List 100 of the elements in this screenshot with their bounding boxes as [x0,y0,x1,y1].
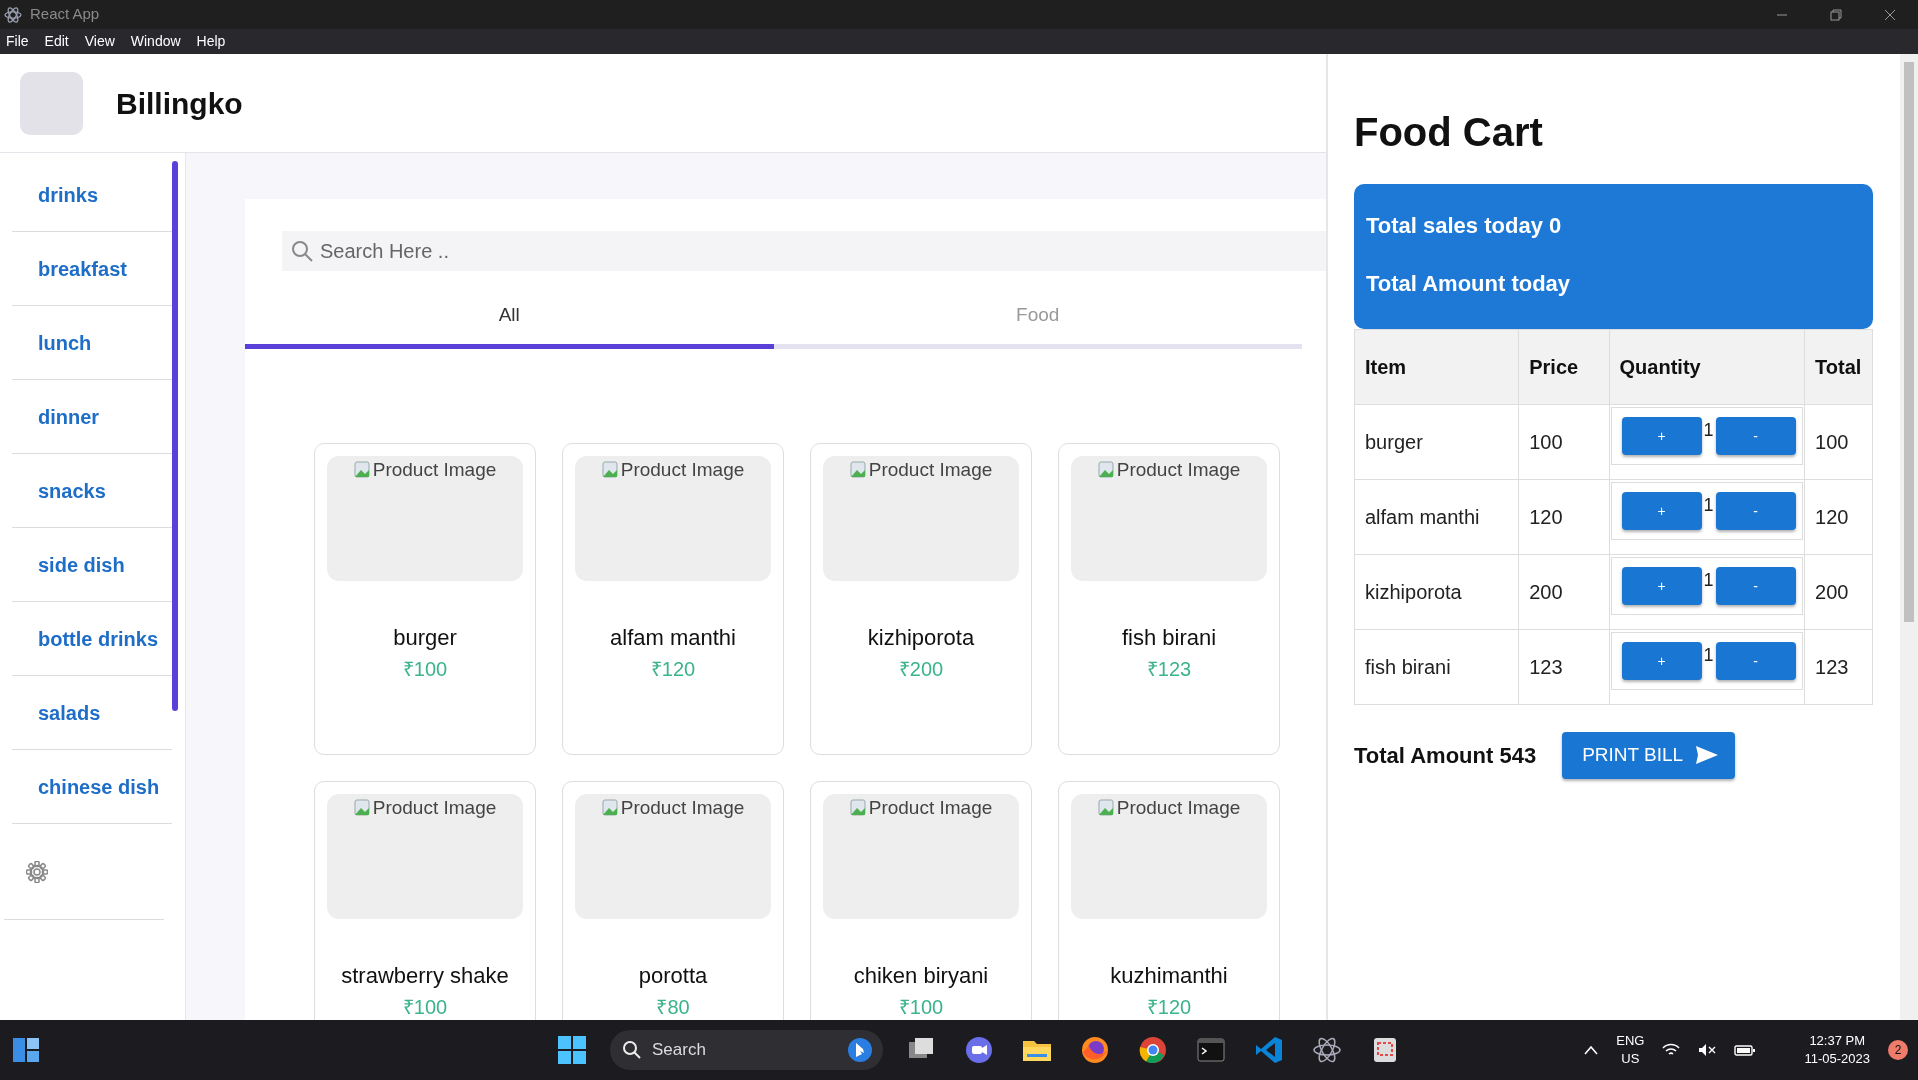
restore-icon[interactable] [1830,8,1842,21]
column-header: Price [1518,329,1610,405]
close-icon[interactable] [1884,8,1896,21]
notification-badge[interactable]: 2 [1888,1040,1908,1060]
search-field[interactable]: Search Here .. [282,231,1326,271]
product-name: alfam manthi [609,623,737,652]
menu-item[interactable]: Edit [44,31,69,52]
clock-time[interactable]: 12:37 PM [1804,1032,1870,1050]
table-cell: 123 [1518,629,1610,705]
quantity-value: 1 [1703,643,1714,667]
table-cell: 123 [1804,629,1873,705]
increment-button[interactable]: + [1621,492,1702,530]
product-card[interactable]: Product Image burger ₹100 [314,442,536,755]
search-label: Search [652,1039,706,1062]
product-card[interactable]: Product Image porotta ₹80 [562,780,784,1020]
product-name: fish birani [1120,623,1218,652]
taskbar-search[interactable]: Search [610,1030,883,1070]
product-card[interactable]: Product Image kuzhimanthi ₹120 [1058,780,1280,1020]
app-name: Billingko [116,85,243,122]
menu-item[interactable]: File [6,31,29,52]
broken-image-icon [1097,460,1116,479]
table-cell: 120 [1518,479,1610,555]
chevron-up-icon[interactable] [1584,1045,1599,1055]
quantity-value: 1 [1703,418,1714,442]
product-name: kizhiporota [866,623,976,652]
quantity-value: 1 [1703,493,1714,517]
table-cell: fish birani [1354,629,1519,705]
table-cell: 120 [1804,479,1873,555]
atom-icon [4,5,22,24]
image-alt-text: Product Image [868,795,993,820]
decrement-button[interactable]: - [1715,567,1796,605]
broken-image-icon [849,460,868,479]
menu-item[interactable]: Help [196,31,226,52]
decrement-button[interactable]: - [1715,492,1796,530]
product-price: ₹80 [655,994,691,1020]
image-alt-text: Product Image [372,457,497,482]
product-price: ₹120 [1145,994,1193,1020]
broken-image-icon [353,460,372,479]
decrement-button[interactable]: - [1715,417,1796,455]
product-name: burger [392,623,458,652]
search-icon [290,239,314,263]
decrement-button[interactable]: - [1715,642,1796,680]
product-name: kuzhimanthi [1109,961,1229,990]
product-card[interactable]: Product Image alfam manthi ₹120 [562,442,784,755]
table-cell: burger [1354,404,1519,480]
scrollbar-thumb[interactable] [1904,62,1914,622]
product-price: ₹100 [401,994,449,1020]
product-name: porotta [637,961,709,990]
broken-image-icon [1097,798,1116,817]
product-price: ₹120 [649,656,697,682]
logo-placeholder [20,71,83,135]
menu-item[interactable]: Window [130,31,181,52]
send-icon [1695,745,1720,766]
wifi-icon[interactable] [1662,1043,1681,1057]
battery-icon[interactable] [1734,1043,1757,1057]
image-alt-text: Product Image [868,457,993,482]
broken-image-icon [601,798,620,817]
image-alt-text: Product Image [1116,795,1241,820]
tab[interactable]: All [245,293,774,349]
column-header: Item [1354,329,1519,405]
table-cell: kizhiporota [1354,554,1519,630]
product-price: ₹200 [897,656,945,682]
product-name: strawberry shake [340,961,510,990]
table-cell: 200 [1518,554,1610,630]
scrollbar-thumb[interactable] [172,161,178,711]
increment-button[interactable]: + [1621,567,1702,605]
total-amount: Total Amount 543 [1354,741,1537,770]
column-header: Total [1804,329,1873,405]
broken-image-icon [601,460,620,479]
broken-image-icon [353,798,372,817]
product-card[interactable]: Product Image kizhiporota ₹200 [810,442,1032,755]
category-link[interactable]: chinese dish [12,750,172,824]
product-card[interactable]: Product Image chiken biryani ₹100 [810,780,1032,1020]
menu-item[interactable]: View [84,31,115,52]
quantity-value: 1 [1703,568,1714,592]
summary-text: Total sales today 0 [1366,212,1563,240]
print-button[interactable]: PRINT BILL [1562,732,1736,779]
table-cell: alfam manthi [1354,479,1519,555]
muted-speaker-icon[interactable] [1698,1043,1717,1057]
column-header: Quantity [1609,329,1805,405]
cart-title: Food Cart [1354,109,1544,156]
table-cell: 200 [1804,554,1873,630]
region-label[interactable]: US [1616,1050,1645,1068]
clock-date[interactable]: 11-05-2023 [1804,1050,1870,1068]
product-name: chiken biryani [852,961,990,990]
product-price: ₹100 [401,656,449,682]
increment-button[interactable]: + [1621,642,1702,680]
increment-button[interactable]: + [1621,417,1702,455]
image-alt-text: Product Image [620,457,745,482]
window-title: React App [30,4,100,25]
image-alt-text: Product Image [620,795,745,820]
product-price: ₹123 [1145,656,1193,682]
search-icon [622,1040,642,1060]
settings-icon[interactable] [26,860,48,883]
summary-text: Total Amount today [1366,270,1572,298]
product-card[interactable]: Product Image fish birani ₹123 [1058,442,1280,755]
product-card[interactable]: Product Image strawberry shake ₹100 [314,780,536,1020]
image-alt-text: Product Image [1116,457,1241,482]
broken-image-icon [849,798,868,817]
language-label[interactable]: ENG [1616,1032,1645,1050]
